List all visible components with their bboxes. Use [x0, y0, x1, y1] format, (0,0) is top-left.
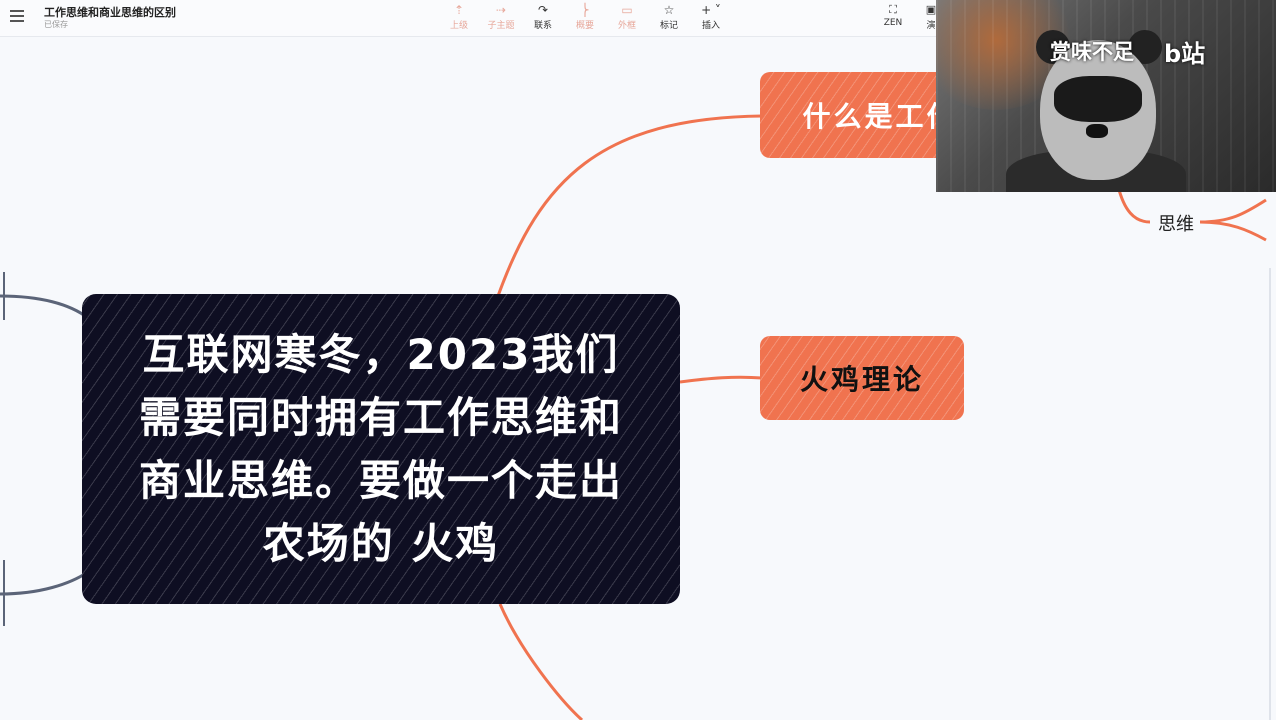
- webcam-overlay-text: 赏味不足: [1050, 40, 1134, 64]
- tool-parent-topic[interactable]: ⇡ 上级: [440, 2, 478, 31]
- tool-subtopic[interactable]: ⇢ 子主题: [482, 2, 520, 31]
- topic-turkey-theory[interactable]: 火鸡理论: [760, 336, 964, 420]
- tool-marker[interactable]: ☆ 标记: [650, 2, 688, 31]
- topic-turkey-theory-label: 火鸡理论: [799, 363, 924, 396]
- document-title[interactable]: 工作思维和商业思维的区别: [44, 4, 176, 20]
- tool-boundary[interactable]: ▭ 外框: [608, 2, 646, 31]
- branch-line-bottom: [498, 603, 584, 720]
- link-curve-icon: ↷: [537, 3, 549, 17]
- left-branch-line-top: [0, 294, 89, 320]
- boundary-icon: ▭: [621, 3, 633, 17]
- bilibili-logo: b站: [1164, 40, 1206, 68]
- tool-relationship[interactable]: ↷ 联系: [524, 2, 562, 31]
- plus-icon: + ˅: [701, 3, 721, 17]
- mascot-nose: [1086, 124, 1108, 138]
- left-branch-line-bottom: [0, 570, 89, 596]
- topic-what-is-work-label: 什么是工作: [802, 100, 958, 133]
- central-topic[interactable]: 互联网寒冬，2023我们需要同时拥有工作思维和商业思维。要做一个走出农场的 火鸡: [82, 294, 680, 604]
- mascot-eye-mask: [1054, 76, 1142, 122]
- arrow-up-icon: ⇡: [453, 3, 465, 17]
- toolbar-actions: ⇡ 上级 ⇢ 子主题 ↷ 联系 ⎬ 概要 ▭ 外框 ☆ 标记 + ˅ 插入: [440, 2, 730, 31]
- subtopic-thinking[interactable]: 思维: [1158, 210, 1194, 236]
- branch-line-turkey: [679, 375, 763, 384]
- hamburger-menu-icon[interactable]: [10, 10, 24, 22]
- central-topic-text: 互联网寒冬，2023我们需要同时拥有工作思维和商业思维。要做一个走出农场的 火鸡: [138, 330, 623, 568]
- summary-icon: ⎬: [580, 3, 590, 17]
- tool-summary[interactable]: ⎬ 概要: [566, 2, 604, 31]
- star-icon: ☆: [663, 3, 675, 17]
- webcam-overlay: 赏味不足 b站: [936, 0, 1276, 192]
- fullscreen-icon: ⛶: [889, 3, 897, 16]
- branch-icon: ⇢: [495, 3, 507, 17]
- branch-line-what: [496, 114, 763, 297]
- zen-mode-button[interactable]: ⛶ ZEN: [878, 2, 908, 28]
- tool-insert[interactable]: + ˅ 插入: [692, 2, 730, 31]
- save-status: 已保存: [44, 20, 68, 29]
